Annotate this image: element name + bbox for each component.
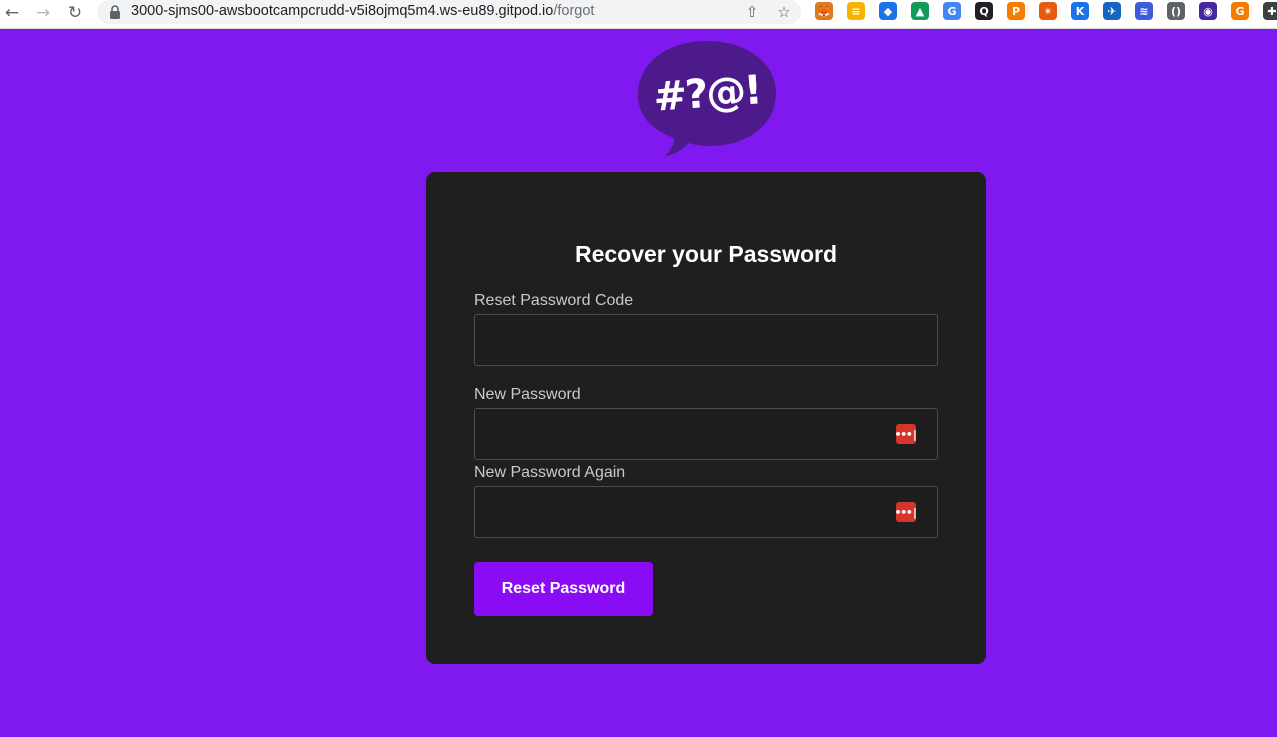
bookmark-star-icon[interactable]: ☆ [774, 2, 794, 22]
plane-extension-icon[interactable]: ✈ [1103, 2, 1121, 20]
new-password-again-input[interactable] [474, 486, 938, 538]
new-password-label: New Password [474, 386, 581, 403]
puzzle-extensions-icon[interactable]: ✚ [1263, 2, 1277, 20]
metamask-icon[interactable]: 🦊 [815, 2, 833, 20]
url-text: 3000-sjms00-awsbootcampcrudd-v5i8ojmq5m4… [131, 3, 594, 19]
recover-password-card: Recover your Password Reset Password Cod… [426, 172, 986, 664]
url-path: /forgot [553, 3, 595, 19]
forward-icon[interactable]: → [32, 2, 54, 24]
back-icon[interactable]: ← [1, 2, 23, 24]
ethereum-icon[interactable]: ◆ [879, 2, 897, 20]
page-title: Recover your Password [574, 241, 838, 267]
braces-extension-icon[interactable]: () [1167, 2, 1185, 20]
lock-icon [110, 5, 120, 19]
app-logo: #?@! [634, 38, 780, 160]
p-extension-icon[interactable]: P [1007, 2, 1025, 20]
k-extension-icon[interactable]: K [1071, 2, 1089, 20]
g-extension-icon[interactable]: G [1231, 2, 1249, 20]
asterisk-extension-icon[interactable]: ✴ [1039, 2, 1057, 20]
browser-toolbar: ← → ↻ 3000-sjms00-awsbootcampcrudd-v5i8o… [0, 0, 1277, 29]
new-password-again-label: New Password Again [474, 464, 626, 481]
logo-text: #?@! [652, 67, 762, 121]
google-drive-icon[interactable]: ▲ [911, 2, 929, 20]
address-bar[interactable]: 3000-sjms00-awsbootcampcrudd-v5i8ojmq5m4… [97, 0, 801, 24]
reset-code-label: Reset Password Code [474, 292, 634, 309]
password-manager-icon[interactable]: •••| [895, 424, 918, 444]
search-extension-icon[interactable]: Q [975, 2, 993, 20]
notes-extension-icon[interactable]: ≡ [847, 2, 865, 20]
reload-icon[interactable]: ↻ [64, 2, 86, 24]
share-icon[interactable]: ⇧ [742, 2, 762, 22]
google-translate-icon[interactable]: G [943, 2, 961, 20]
reset-code-input[interactable] [474, 314, 938, 366]
bot-extension-icon[interactable]: ◉ [1199, 2, 1217, 20]
password-manager-icon[interactable]: •••| [895, 502, 918, 522]
new-password-input[interactable] [474, 408, 938, 460]
stack-extension-icon[interactable]: ≋ [1135, 2, 1153, 20]
url-host: 3000-sjms00-awsbootcampcrudd-v5i8ojmq5m4… [131, 3, 554, 19]
reset-password-button[interactable]: Reset Password [474, 562, 653, 616]
